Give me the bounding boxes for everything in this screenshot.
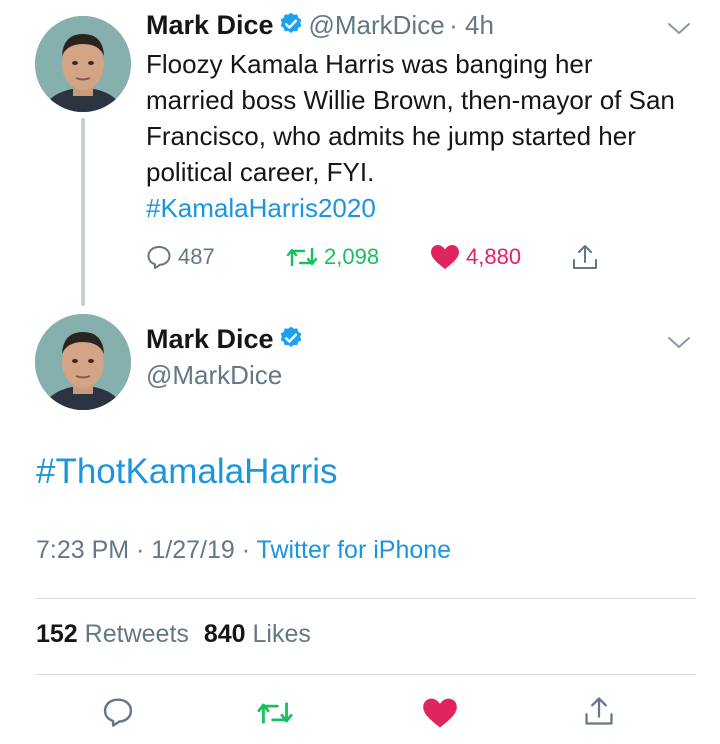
like-action[interactable]: 4,880 [430, 244, 521, 270]
tweet-body: Floozy Kamala Harris was banging her mar… [146, 46, 686, 226]
share-icon[interactable] [582, 694, 616, 728]
tweet-date: 1/27/19 [151, 536, 235, 564]
author-handle[interactable]: @MarkDice [146, 360, 282, 391]
author-handle[interactable]: @MarkDice [308, 10, 444, 40]
like-count: 4,880 [466, 244, 522, 269]
retweets-total: 152 [36, 620, 78, 648]
thread-line [81, 118, 85, 306]
share-icon[interactable] [570, 242, 600, 272]
retweets-label: Retweets [84, 620, 189, 648]
tweet-meta: 7:23 PM · 1/27/19 · Twitter for iPhone [36, 536, 452, 564]
tweet-time: 7:23 PM [36, 536, 130, 564]
likes-total: 840 [203, 620, 246, 648]
reply-action[interactable]: 487 [146, 244, 215, 270]
chevron-down-icon[interactable] [666, 20, 692, 38]
retweet-action[interactable]: 2,098 [286, 244, 379, 270]
likes-stat[interactable]: 840 Likes [204, 620, 311, 648]
author-name[interactable]: Mark Dice [146, 324, 274, 354]
retweet-count: 2,098 [324, 244, 380, 269]
tweet-text: Floozy Kamala Harris was banging her mar… [146, 49, 675, 187]
tweet-header: Mark Dice @MarkDice · 4h [146, 10, 494, 41]
chevron-down-icon[interactable] [666, 334, 692, 352]
like-icon [431, 245, 459, 269]
tweet-time: · 4h [449, 10, 494, 40]
author-name[interactable]: Mark Dice [146, 10, 274, 40]
divider [36, 598, 696, 599]
retweets-stat[interactable]: 152 Retweets [36, 620, 189, 648]
retweet-icon[interactable] [256, 698, 294, 728]
hashtag-link[interactable]: #ThotKamalaHarris [36, 452, 338, 492]
verified-badge-icon [280, 326, 302, 347]
tweet-header: Mark Dice [146, 324, 304, 355]
avatar[interactable] [35, 314, 131, 410]
reply-count: 487 [178, 244, 215, 269]
likes-label: Likes [252, 620, 311, 648]
client-link[interactable]: Twitter for iPhone [257, 536, 452, 564]
avatar[interactable] [35, 16, 131, 112]
divider [36, 674, 696, 675]
reply-icon[interactable] [102, 696, 134, 728]
hashtag-link[interactable]: #KamalaHarris2020 [146, 193, 376, 223]
retweet-icon [286, 247, 318, 267]
verified-badge-icon [280, 12, 302, 33]
reply-icon [147, 246, 171, 269]
like-icon[interactable] [422, 697, 458, 729]
engagement-stats: 152 Retweets 840 Likes [36, 620, 311, 649]
